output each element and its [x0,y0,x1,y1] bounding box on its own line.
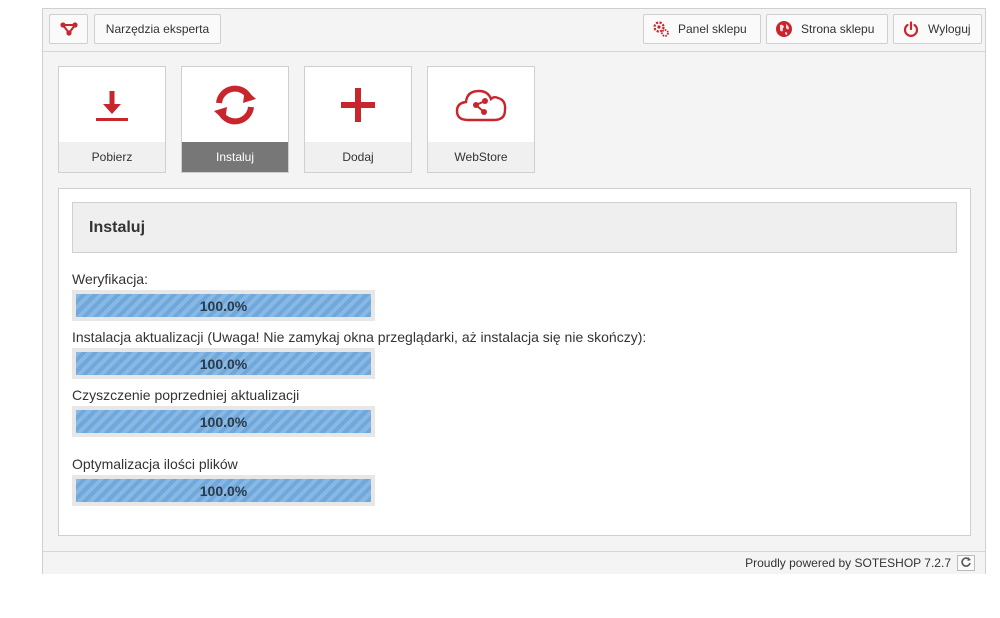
logo-button[interactable] [49,14,88,44]
download-icon [59,67,165,142]
footer: Proudly powered by SOTESHOP 7.2.7 [43,551,985,574]
progress-fill: 100.0% [76,294,371,317]
tile-add[interactable]: Dodaj [304,66,412,173]
progress-bar: 100.0% [72,475,375,506]
footer-refresh-button[interactable] [957,555,975,571]
shop-site-label: Strona sklepu [801,22,875,36]
progress-bar: 100.0% [72,406,375,437]
reload-icon [960,556,972,571]
tile-install-label: Instaluj [182,142,288,172]
refresh-icon [182,67,288,142]
progress-fill: 100.0% [76,479,371,502]
expert-tools-button[interactable]: Narzędzia eksperta [94,14,221,44]
logout-button[interactable]: Wyloguj [893,14,982,44]
cloud-network-icon [428,67,534,142]
network-logo-icon [59,20,78,38]
step-label: Czyszczenie poprzedniej aktualizacji [72,387,300,403]
progress-bar: 100.0% [72,290,375,321]
progress-fill: 100.0% [76,352,371,375]
step-label: Weryfikacja: [72,271,148,287]
step-label: Optymalizacja ilości plików [72,456,238,472]
tile-add-label: Dodaj [305,142,411,172]
install-panel: Instaluj Weryfikacja: 100.0% Instalacja … [58,188,971,536]
progress-bar: 100.0% [72,348,375,379]
panel-title: Instaluj [72,202,957,253]
gears-icon [652,20,670,38]
tile-install[interactable]: Instaluj [181,66,289,173]
shop-site-button[interactable]: Strona sklepu [766,14,888,44]
power-icon [902,20,920,38]
progress-fill: 100.0% [76,410,371,433]
tile-download[interactable]: Pobierz [58,66,166,173]
tile-webstore-label: WebStore [428,142,534,172]
top-toolbar: Narzędzia eksperta Panel sklepu Strona s… [43,9,985,52]
shop-panel-label: Panel sklepu [678,22,747,36]
expert-tools-label: Narzędzia eksperta [105,22,210,36]
step-label: Instalacja aktualizacji (Uwaga! Nie zamy… [72,329,647,345]
globe-icon [775,20,793,38]
logout-label: Wyloguj [928,22,971,36]
tile-webstore[interactable]: WebStore [427,66,535,173]
powered-by-text: Proudly powered by SOTESHOP 7.2.7 [745,556,951,570]
shop-panel-button[interactable]: Panel sklepu [643,14,761,44]
tile-download-label: Pobierz [59,142,165,172]
plus-icon [305,67,411,142]
app-frame: Narzędzia eksperta Panel sklepu Strona s… [42,8,986,574]
